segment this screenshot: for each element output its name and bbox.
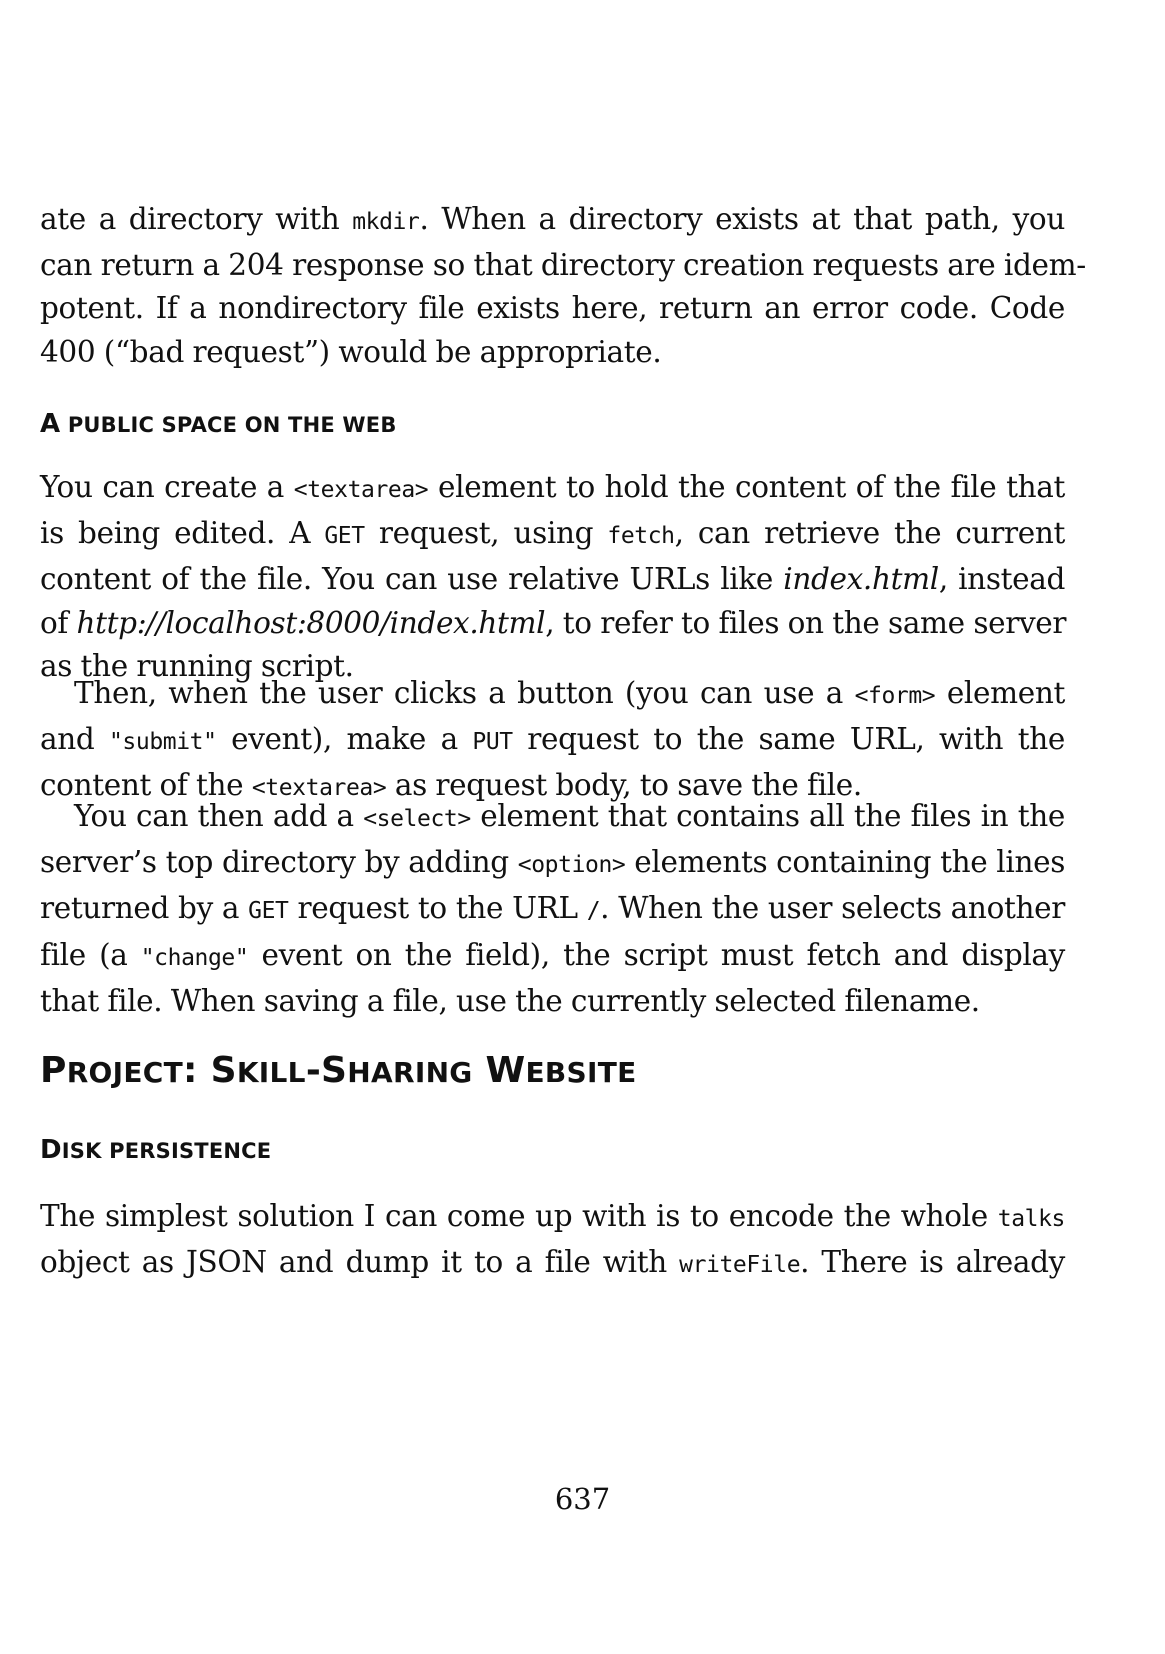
line: You can create a <textarea> element to h… — [40, 466, 1065, 512]
text: object as JSON and dump it to a file wit… — [40, 1245, 680, 1280]
text: content of the file. You can use relativ… — [40, 562, 784, 597]
text: You can then add a — [74, 799, 364, 833]
heading-part: -S — [305, 1050, 348, 1091]
text: event on the field), the script must fet… — [248, 937, 1066, 972]
code-fetch: fetch — [607, 523, 675, 550]
code-textarea: <textarea> — [293, 477, 429, 503]
line: can return a 204 response so that direct… — [40, 248, 1086, 283]
text: , to refer to files on the same server — [545, 605, 1067, 640]
page-number: 637 — [554, 1482, 611, 1516]
line: You can then add a <select> element that… — [40, 795, 1065, 841]
line: The simplest solution I can come up with… — [40, 1195, 1065, 1241]
code-form: <form> — [854, 683, 936, 709]
paragraph-disk-1: The simplest solution I can come up with… — [40, 1195, 1065, 1287]
line: potent. If a nondirectory file exists he… — [40, 291, 1065, 326]
text: element that contains all the files in t… — [470, 799, 1065, 833]
heading-part: EBSITE — [525, 1056, 637, 1089]
text: file (a — [40, 937, 141, 972]
text: and — [40, 722, 109, 757]
text: elements containing the lines — [625, 845, 1065, 880]
text: , can retrieve the current — [674, 516, 1066, 551]
line: content of the file. You can use relativ… — [40, 558, 1065, 601]
text: event), make a — [216, 722, 473, 757]
italic-filename: index.html — [783, 562, 939, 597]
text: element to hold the content of the file … — [428, 470, 1065, 504]
code-put: PUT — [472, 729, 513, 756]
text: request to the URL — [288, 891, 587, 926]
code-select: <select> — [363, 806, 471, 832]
code-submit: "submit" — [108, 729, 217, 756]
line: object as JSON and dump it to a file wit… — [40, 1241, 1065, 1287]
text: ate a directory with — [40, 202, 353, 236]
paragraph-public-3: You can then add a <select> element that… — [40, 795, 1065, 1023]
code-slash: / — [586, 898, 601, 925]
heading-part: KILL — [236, 1056, 306, 1089]
heading-part: W — [472, 1050, 526, 1091]
line: returned by a GET request to the URL /. … — [40, 887, 1065, 933]
text: . When the user selects another — [600, 891, 1065, 926]
code-talks: talks — [997, 1206, 1066, 1232]
heading-part: HARING — [347, 1056, 473, 1089]
text: Then, when the user clicks a button (you… — [74, 676, 855, 710]
line: of http://localhost:8000/index.html, to … — [40, 602, 1067, 645]
paragraph-public-1: You can create a <textarea> element to h… — [40, 466, 1067, 688]
text: is being edited. A — [40, 516, 325, 551]
text: You can create a — [40, 470, 294, 504]
text: server’s top directory by adding — [40, 845, 518, 880]
text: of — [40, 605, 77, 640]
line: that file. When saving a file, use the c… — [40, 983, 980, 1018]
text: request, using — [364, 516, 608, 551]
line: file (a "change" event on the field), th… — [40, 934, 1065, 980]
line: 400 (“bad request”) would be appropriate… — [40, 334, 662, 369]
section-heading-public-space: A PUBLIC SPACE ON THE WEB — [40, 409, 397, 439]
text: . There is already — [800, 1245, 1066, 1280]
text: . When a directory exists at that path, … — [419, 202, 1065, 236]
text: returned by a — [40, 891, 249, 926]
code-change: "change" — [140, 944, 249, 971]
heading-rest: ISK PERSISTENCE — [61, 1139, 272, 1163]
heading-initial: D — [40, 1135, 62, 1165]
code-writefile: writeFile — [679, 1252, 801, 1279]
heading-part: P — [40, 1050, 67, 1091]
line: Then, when the user clicks a button (you… — [40, 672, 1065, 718]
text: request to the same URL, with the — [512, 722, 1065, 757]
code-get: GET — [324, 523, 365, 550]
line: ate a directory with mkdir. When a direc… — [40, 198, 1065, 244]
paragraph-public-2: Then, when the user clicks a button (you… — [40, 672, 1065, 811]
text: The simplest solution I can come up with… — [40, 1199, 998, 1233]
line: is being edited. A GET request, using fe… — [40, 512, 1065, 558]
code-option: <option> — [517, 852, 626, 879]
line: and "submit" event), make a PUT request … — [40, 718, 1065, 764]
line: server’s top directory by adding <option… — [40, 841, 1065, 887]
heading-initial: A — [40, 409, 61, 439]
italic-url: http://localhost:8000/index.html — [76, 605, 546, 640]
code-mkdir: mkdir — [352, 209, 420, 235]
heading-rest: PUBLIC SPACE ON THE WEB — [60, 413, 397, 437]
code-get: GET — [248, 898, 289, 925]
heading-part: ROJECT — [66, 1056, 184, 1089]
chapter-heading: PROJECT: SKILL-SHARING WEBSITE — [40, 1050, 637, 1091]
paragraph-intro: ate a directory with mkdir. When a direc… — [40, 198, 1086, 374]
text: , instead — [938, 562, 1066, 597]
heading-part: : S — [183, 1050, 237, 1091]
text: element — [935, 676, 1066, 710]
section-heading-disk-persistence: DISK PERSISTENCE — [40, 1135, 271, 1165]
